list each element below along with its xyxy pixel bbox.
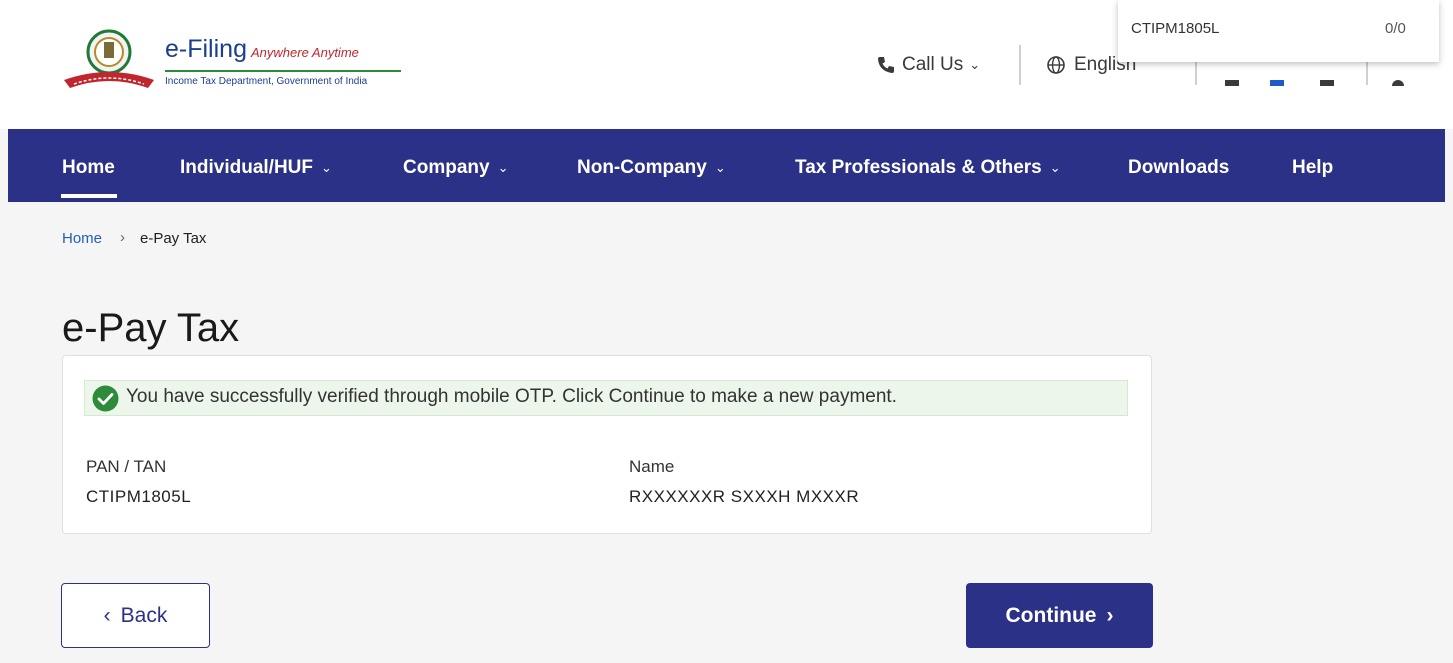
breadcrumb-current: e-Pay Tax bbox=[140, 230, 207, 247]
success-message: You have successfully verified through m… bbox=[126, 386, 897, 407]
chevron-down-icon: ⌄ bbox=[497, 160, 509, 175]
pan-tan-value: CTIPM1805L bbox=[86, 487, 192, 506]
nav-item-label: Home bbox=[62, 157, 115, 178]
brand-tagline: Anywhere Anytime bbox=[250, 45, 359, 60]
nav-item-tax-professionals[interactable]: Tax Professionals & Others ⌄ bbox=[795, 157, 1061, 179]
theme-icon[interactable] bbox=[1392, 80, 1404, 86]
globe-icon bbox=[1047, 56, 1065, 74]
chevron-right-icon: › bbox=[120, 229, 125, 246]
brand-subtitle: Income Tax Department, Government of Ind… bbox=[165, 76, 368, 87]
nav-item-label: Tax Professionals & Others bbox=[795, 157, 1042, 178]
nav-item-label: Company bbox=[403, 157, 490, 178]
back-button-label: Back bbox=[120, 603, 168, 627]
nav-item-non-company[interactable]: Non-Company ⌄ bbox=[577, 157, 726, 179]
nav-item-downloads[interactable]: Downloads bbox=[1128, 157, 1229, 179]
call-us-label: Call Us bbox=[902, 54, 964, 75]
chevron-down-icon: ⌄ bbox=[321, 160, 332, 175]
nav-item-label: Individual/HUF bbox=[180, 157, 313, 178]
chevron-right-icon: › bbox=[1106, 603, 1114, 627]
chevron-left-icon: ‹ bbox=[103, 603, 111, 627]
font-size-icon[interactable] bbox=[1225, 80, 1239, 86]
call-us-menu[interactable]: Call Us ⌄ bbox=[876, 54, 980, 76]
nav-item-help[interactable]: Help bbox=[1292, 157, 1333, 179]
page-title: e-Pay Tax bbox=[62, 306, 240, 350]
brand-title: e-Filing Anywhere Anytime bbox=[165, 35, 359, 64]
continue-button[interactable]: Continue › bbox=[966, 583, 1153, 648]
check-circle-icon bbox=[92, 385, 119, 412]
continue-button-label: Continue bbox=[1005, 603, 1097, 627]
brand-divider bbox=[165, 70, 401, 72]
font-size-icon[interactable] bbox=[1320, 80, 1334, 86]
breadcrumb-home-link[interactable]: Home bbox=[62, 230, 102, 247]
nav-item-label: Non-Company bbox=[577, 157, 707, 178]
find-query[interactable]: CTIPM1805L bbox=[1131, 20, 1219, 37]
phone-icon bbox=[878, 57, 894, 73]
name-value: RXXXXXXR SXXXH MXXXR bbox=[629, 487, 860, 506]
back-button[interactable]: ‹ Back bbox=[61, 583, 210, 648]
nav-item-home[interactable]: Home bbox=[62, 157, 115, 179]
find-count: 0/0 bbox=[1385, 20, 1406, 37]
header-divider bbox=[1019, 45, 1021, 85]
nav-item-individual-huf[interactable]: Individual/HUF ⌄ bbox=[180, 157, 332, 179]
nav-item-company[interactable]: Company ⌄ bbox=[403, 157, 508, 179]
emblem-logo-icon[interactable] bbox=[62, 28, 157, 96]
pan-tan-label: PAN / TAN bbox=[86, 457, 167, 476]
nav-active-indicator bbox=[61, 194, 117, 198]
chevron-down-icon: ⌄ bbox=[714, 160, 726, 175]
name-label: Name bbox=[629, 457, 675, 476]
brand-title-text: e-Filing bbox=[165, 35, 247, 63]
accessibility-icon[interactable] bbox=[1270, 80, 1284, 86]
nav-item-label: Downloads bbox=[1128, 157, 1230, 178]
nav-item-label: Help bbox=[1292, 157, 1334, 178]
chevron-down-icon: ⌄ bbox=[1049, 160, 1061, 175]
chevron-down-icon: ⌄ bbox=[969, 57, 981, 72]
